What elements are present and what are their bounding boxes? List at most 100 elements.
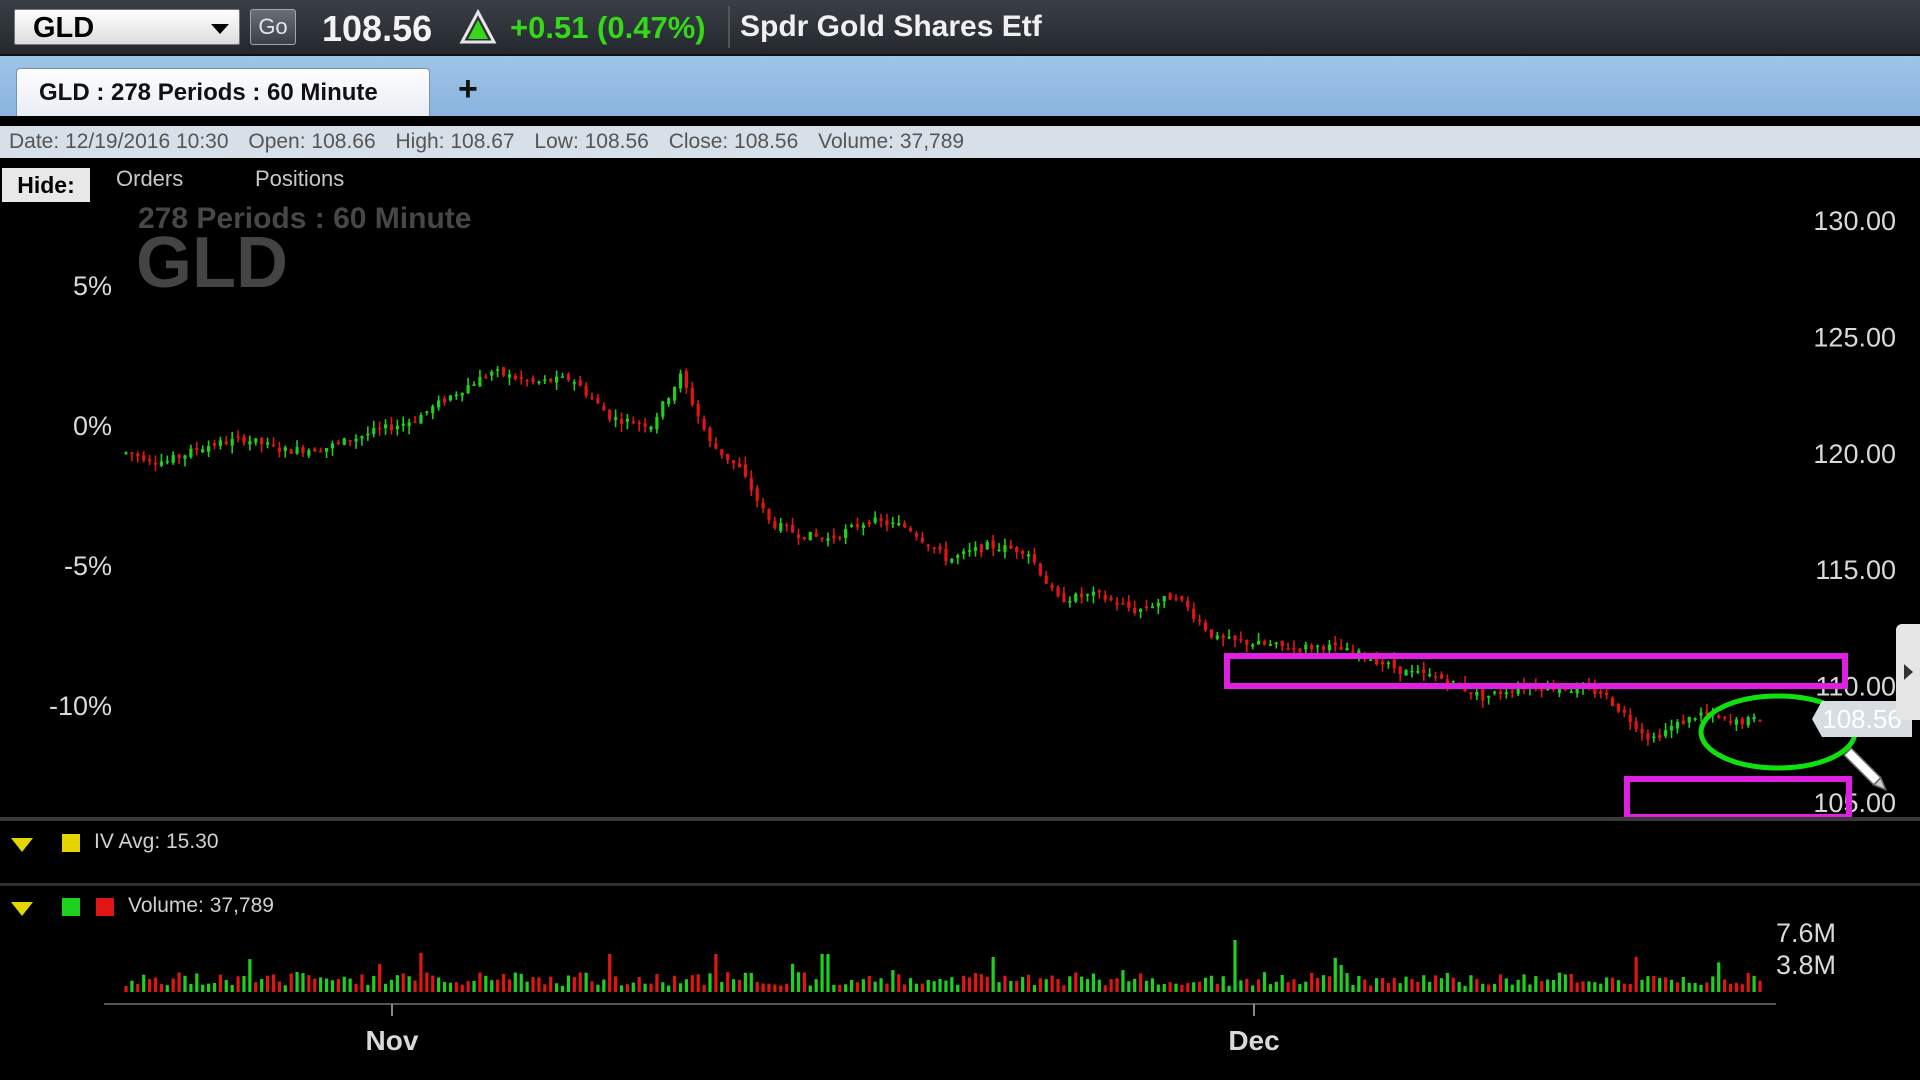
candle-body	[1339, 647, 1343, 650]
volume-bar	[820, 954, 824, 992]
volume-bar	[855, 982, 860, 992]
volume-bar	[944, 980, 948, 992]
candle-body	[1115, 602, 1119, 605]
volume-bar	[454, 982, 458, 992]
volume-bar	[1540, 981, 1544, 992]
volume-bar	[1463, 985, 1467, 992]
volume-bar	[549, 976, 553, 992]
candle-body	[1410, 670, 1414, 673]
candle-body	[578, 380, 582, 386]
panel-expand-handle[interactable]	[1896, 624, 1920, 720]
volume-bar	[236, 976, 240, 992]
volume-bar	[1168, 982, 1172, 992]
volume-bar	[1404, 976, 1408, 992]
volume-bar	[814, 979, 818, 992]
candle-body	[1439, 674, 1444, 679]
volume-bar	[1327, 976, 1331, 992]
candle-body	[1150, 606, 1155, 608]
candle-body	[1009, 545, 1013, 549]
candle-body	[478, 376, 482, 387]
volume-bar	[324, 978, 329, 992]
candle-body	[177, 454, 181, 458]
price-chart[interactable]: 5%0%-5%-10% 130.00125.00120.00115.00110.…	[0, 0, 1920, 1080]
candle-body	[224, 441, 228, 445]
volume-bar	[289, 973, 293, 992]
candle-body	[1646, 733, 1650, 740]
candle-body	[1026, 554, 1031, 557]
volume-bar	[330, 980, 335, 992]
volume-bar	[1062, 985, 1066, 992]
candle-body	[159, 461, 163, 466]
volume-bar	[1622, 983, 1626, 992]
volume-bar	[177, 972, 181, 992]
volume-bar	[378, 964, 382, 992]
candle-body	[1752, 716, 1756, 720]
candle-body	[1687, 716, 1691, 723]
candle-body	[1681, 720, 1685, 725]
volume-bar	[619, 985, 624, 992]
candle-body	[962, 551, 966, 554]
volume-bar	[1616, 980, 1621, 992]
volume-bar	[1687, 982, 1691, 992]
volume-bar	[625, 984, 630, 992]
volume-bar	[319, 977, 323, 992]
volume-bar	[932, 981, 936, 992]
volume-bar	[130, 980, 134, 992]
volume-bar	[159, 983, 163, 992]
volume-bar	[1351, 984, 1355, 992]
candle-body	[602, 406, 606, 411]
candle-body	[584, 386, 588, 396]
volume-bar	[1345, 973, 1349, 992]
volume-bar	[826, 954, 830, 992]
candle-body	[330, 443, 335, 449]
pane-divider[interactable]	[0, 817, 1920, 821]
volume-bar	[1510, 984, 1514, 992]
candle-body	[920, 537, 924, 543]
candle-body	[867, 522, 871, 525]
volume-bar	[1481, 983, 1485, 992]
volume-bar	[572, 977, 576, 992]
candle-body	[1203, 622, 1208, 631]
collapse-triangle-icon[interactable]	[11, 902, 33, 916]
candle-body	[796, 534, 801, 538]
candle-body	[519, 376, 523, 379]
candle-body	[808, 531, 812, 541]
volume-bar	[1728, 983, 1733, 992]
volume-bar	[844, 984, 848, 992]
volume-bar	[1056, 979, 1060, 992]
volume-bar	[1575, 982, 1579, 992]
volume-bar	[578, 972, 582, 992]
candle-body	[590, 397, 594, 399]
volume-bar	[1268, 984, 1272, 992]
volume-bar	[277, 981, 281, 992]
volume-bar	[348, 978, 352, 992]
candle-body	[1380, 661, 1385, 665]
candle-body	[1315, 645, 1320, 648]
candle-body	[525, 380, 529, 382]
candle-body	[814, 533, 818, 537]
volume-bar	[967, 977, 972, 992]
candle-body	[319, 450, 323, 453]
volume-bar	[873, 981, 877, 992]
volume-bar	[1227, 985, 1231, 992]
time-tick-label: Nov	[366, 1025, 419, 1056]
collapse-triangle-icon[interactable]	[11, 838, 33, 852]
candle-body	[726, 453, 730, 460]
volume-bar	[431, 975, 435, 992]
pane-divider[interactable]	[0, 883, 1920, 886]
volume-bar	[218, 974, 222, 992]
volume-bar	[265, 975, 270, 992]
volume-bar	[1705, 982, 1709, 992]
volume-bar	[383, 983, 388, 992]
volume-bar	[802, 972, 806, 992]
candle-body	[926, 544, 930, 547]
candle-body	[1498, 691, 1503, 694]
candle-body	[1280, 640, 1284, 647]
candle-body	[661, 401, 665, 417]
volume-bar	[720, 981, 724, 992]
volume-bar	[596, 984, 600, 992]
candle-body	[1728, 721, 1733, 723]
volume-bar	[1392, 977, 1396, 992]
candle-body	[608, 409, 612, 420]
volume-bar	[796, 972, 801, 992]
